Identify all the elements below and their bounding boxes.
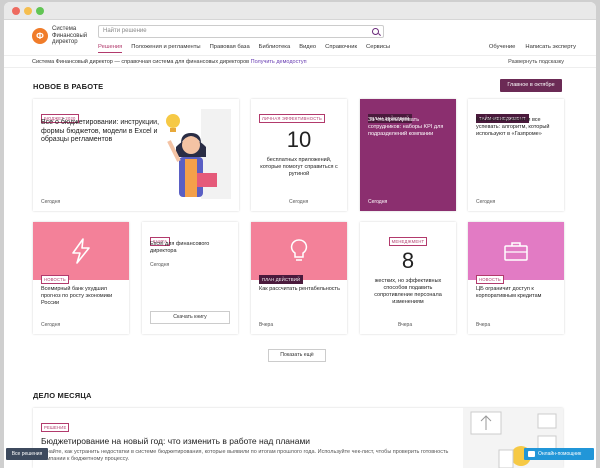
card-title: жестких, но эффективных способов подавит… bbox=[374, 278, 442, 305]
card-title: Всемирный банк ухудшил прогноз по росту … bbox=[41, 286, 113, 306]
card-date: Вчера bbox=[259, 322, 274, 328]
card-date: Вчера bbox=[476, 322, 491, 328]
card-title: Все о бюджетировании: инструкции, формы … bbox=[41, 119, 160, 143]
chat-button-label: Онлайн-помощник bbox=[538, 451, 582, 457]
card-tag: НОВОСТЬ bbox=[41, 275, 69, 284]
close-window-icon[interactable] bbox=[12, 7, 20, 15]
info-text: Система Финансовый директор — справочная… bbox=[32, 59, 250, 65]
card-date: Сегодня bbox=[41, 322, 61, 328]
section-title-new: НОВОЕ В РАБОТЕ bbox=[33, 82, 104, 91]
chat-icon bbox=[528, 451, 535, 457]
briefcase-icon bbox=[504, 242, 528, 261]
book-card-excel[interactable]: КНИГА Excel для финансового директора Се… bbox=[142, 222, 238, 334]
browser-chrome bbox=[4, 2, 596, 20]
card-tag: ПЛАН ДЕЙСТВИЙ bbox=[259, 275, 304, 284]
lightning-icon bbox=[72, 238, 90, 264]
nav-item-video[interactable]: Видео bbox=[299, 44, 316, 53]
card-date: Сегодня bbox=[476, 199, 496, 205]
woman-illustration-icon bbox=[166, 109, 231, 199]
card-date: Сегодня bbox=[41, 199, 61, 205]
card-title: ЦБ ограничит доступ к корпоративным кред… bbox=[476, 286, 542, 299]
card-image: НОВОСТЬ bbox=[468, 222, 564, 284]
news-card-world-bank[interactable]: НОВОСТЬ Всемирный банк ухудшил прогноз п… bbox=[33, 222, 129, 334]
feature-card-profitability[interactable]: ПЛАН ДЕЙСТВИЙ Как рассчитать рентабельно… bbox=[251, 222, 347, 334]
info-bar: Система Финансовый директор — справочная… bbox=[4, 56, 596, 68]
site-header: Ф Система Финансовый директор Найти реше… bbox=[4, 20, 596, 56]
search-input[interactable]: Найти решение bbox=[98, 25, 384, 38]
case-description: Узнайте, как устранить недостатки в сист… bbox=[41, 449, 449, 462]
card-tag: НОВОСТЬ bbox=[476, 275, 504, 284]
feature-card-budget[interactable]: БЮДЖЕТ 2020 Все о бюджетировании: инстру… bbox=[33, 99, 239, 211]
card-title: Как работать вполе и все успевать: алгор… bbox=[476, 117, 550, 137]
main-nav: Решения Положения и регламенты Правовая … bbox=[98, 44, 399, 53]
all-solutions-button[interactable]: Все решения bbox=[6, 448, 48, 460]
card-date: Вчера bbox=[398, 322, 413, 328]
card-tag: МЕНЕДЖМЕНТ bbox=[388, 237, 428, 246]
nav-item-reference[interactable]: Справочник bbox=[325, 44, 357, 53]
card-tag: ЛИЧНАЯ ЭФФЕКТИВНОСТЬ bbox=[259, 114, 325, 123]
lightbulb-icon bbox=[290, 239, 308, 261]
search-icon[interactable] bbox=[372, 28, 379, 35]
card-tag: РЕШЕНИЕ bbox=[41, 423, 70, 432]
logo-text: Система Финансовый директор bbox=[52, 26, 88, 45]
card-image: ПЛАН ДЕЙСТВИЙ bbox=[251, 222, 347, 284]
card-date: Сегодня bbox=[368, 199, 388, 205]
demo-access-link[interactable]: Получить демодоступ bbox=[251, 59, 307, 65]
card-date: Сегодня bbox=[289, 199, 309, 205]
nav-item-solutions[interactable]: Решения bbox=[98, 44, 123, 53]
site-logo[interactable]: Ф Система Финансовый директор bbox=[32, 26, 96, 46]
show-more-button[interactable]: Показать ещё bbox=[268, 349, 326, 362]
nav-right: Обучение Написать эксперту bbox=[479, 44, 576, 50]
feature-card-kpi[interactable]: ПЛАН ДЕЙСТВИЙ За что премировать сотрудн… bbox=[360, 99, 456, 211]
nav-item-legal-base[interactable]: Правовая база bbox=[210, 44, 250, 53]
nav-item-regulations[interactable]: Положения и регламенты bbox=[131, 44, 200, 53]
news-card-central-bank[interactable]: НОВОСТЬ ЦБ ограничит доступ к корпоратив… bbox=[468, 222, 564, 334]
expand-hint-link[interactable]: Развернуть подсказку bbox=[508, 59, 564, 65]
nav-item-training[interactable]: Обучение bbox=[489, 44, 516, 50]
card-title: Excel для финансового директора bbox=[150, 241, 210, 254]
logo-icon: Ф bbox=[32, 27, 48, 44]
maximize-window-icon[interactable] bbox=[36, 7, 44, 15]
card-title: За что премировать сотрудников: наборы K… bbox=[368, 117, 444, 137]
feature-card-gazprom[interactable]: ТАЙМ-МЕНЕДЖМЕНТ Как работать вполе и все… bbox=[468, 99, 564, 211]
card-image: НОВОСТЬ bbox=[33, 222, 129, 284]
card-number: 10 bbox=[286, 127, 312, 152]
nav-item-services[interactable]: Сервисы bbox=[366, 44, 390, 53]
case-of-month-card[interactable]: РЕШЕНИЕ Бюджетирование на новый год: что… bbox=[33, 408, 563, 468]
main-in-october-button[interactable]: Главное в октябре bbox=[500, 79, 562, 92]
online-assistant-button[interactable]: Онлайн-помощник bbox=[524, 448, 594, 460]
card-number: 8 bbox=[401, 248, 415, 273]
case-title: Бюджетирование на новый год: что изменит… bbox=[41, 436, 311, 446]
card-title: Как рассчитать рентабельность bbox=[259, 286, 340, 292]
section-title-case-of-month: ДЕЛО МЕСЯЦА bbox=[33, 391, 92, 400]
card-date: Сегодня bbox=[150, 262, 170, 268]
nav-item-ask-expert[interactable]: Написать эксперту bbox=[525, 44, 576, 50]
nav-item-library[interactable]: Библиотека bbox=[259, 44, 291, 53]
card-title: бесплатных приложений, которые помогут с… bbox=[260, 157, 338, 177]
minimize-window-icon[interactable] bbox=[24, 7, 32, 15]
download-book-button[interactable]: Скачать книгу bbox=[150, 311, 230, 324]
feature-card-apps[interactable]: ЛИЧНАЯ ЭФФЕКТИВНОСТЬ 10 бесплатных прило… bbox=[251, 99, 347, 211]
feature-card-resistance[interactable]: МЕНЕДЖМЕНТ 8 жестких, но эффективных спо… bbox=[360, 222, 456, 334]
search-placeholder: Найти решение bbox=[103, 28, 147, 34]
